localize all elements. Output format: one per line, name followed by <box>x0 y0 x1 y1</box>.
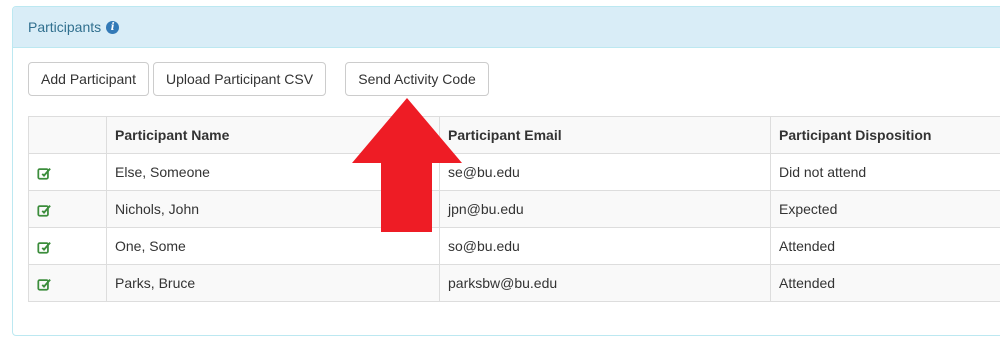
table-row: Parks, Bruce parksbw@bu.edu Attended <box>28 264 1000 302</box>
table-row: One, Some so@bu.edu Attended <box>28 227 1000 265</box>
arrow-up-icon <box>352 98 462 232</box>
participant-disposition: Attended <box>770 264 1000 302</box>
table-row: Nichols, John jpn@bu.edu Expected <box>28 190 1000 228</box>
participant-email: jpn@bu.edu <box>439 190 771 228</box>
participant-email: so@bu.edu <box>439 227 771 265</box>
info-icon[interactable]: i <box>106 20 120 34</box>
row-actions-cell <box>28 190 107 228</box>
table-header-row: Participant Name Participant Email Parti… <box>28 116 1000 154</box>
participant-email: se@bu.edu <box>439 153 771 191</box>
edit-icon[interactable] <box>37 277 51 291</box>
send-activity-code-button[interactable]: Send Activity Code <box>345 62 489 96</box>
participant-name: One, Some <box>106 227 440 265</box>
participants-table: Participant Name Participant Email Parti… <box>28 116 1000 302</box>
participant-disposition: Attended <box>770 227 1000 265</box>
participant-disposition: Did not attend <box>770 153 1000 191</box>
table-row: Else, Someone se@bu.edu Did not attend <box>28 153 1000 191</box>
edit-icon[interactable] <box>37 240 51 254</box>
row-actions-cell <box>28 227 107 265</box>
panel-title: Participants <box>28 19 102 35</box>
add-participant-button[interactable]: Add Participant <box>28 62 149 96</box>
participant-disposition: Expected <box>770 190 1000 228</box>
edit-icon[interactable] <box>37 166 51 180</box>
upload-participant-csv-button[interactable]: Upload Participant CSV <box>153 62 326 96</box>
row-actions-cell <box>28 264 107 302</box>
panel-heading: Participants i <box>13 7 1000 48</box>
row-actions-cell <box>28 153 107 191</box>
participant-name: Parks, Bruce <box>106 264 440 302</box>
header-participant-email: Participant Email <box>439 116 771 154</box>
header-participant-disposition: Participant Disposition <box>770 116 1000 154</box>
header-actions <box>28 116 107 154</box>
participant-email: parksbw@bu.edu <box>439 264 771 302</box>
edit-icon[interactable] <box>37 203 51 217</box>
